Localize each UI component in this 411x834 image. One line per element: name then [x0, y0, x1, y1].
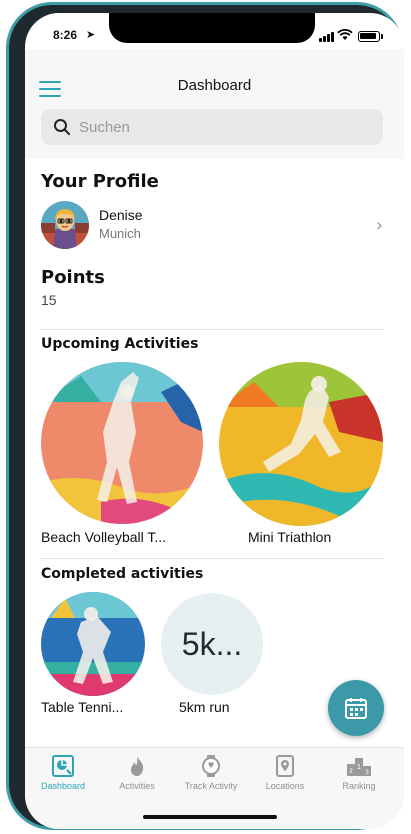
profile-city: Munich — [99, 226, 141, 241]
svg-text:3: 3 — [365, 769, 369, 776]
calendar-icon — [345, 698, 367, 719]
divider — [41, 329, 383, 330]
tab-label: Locations — [265, 781, 305, 791]
tab-label: Track Activity — [184, 781, 238, 791]
triathlon-image — [219, 362, 383, 526]
watch-icon — [202, 755, 220, 777]
activity-card-5km-run[interactable]: 5k... — [161, 593, 263, 695]
activity-label: Table Tenni... — [41, 699, 124, 715]
location-icon — [276, 755, 294, 777]
svg-text:1: 1 — [357, 763, 361, 771]
status-bar: 8:26 ➤ — [25, 13, 404, 49]
calendar-fab-button[interactable] — [328, 680, 384, 736]
activity-label: Beach Volleyball T... — [41, 529, 167, 545]
upcoming-activities-title: Upcoming Activities — [41, 336, 199, 352]
chevron-right-icon: › — [375, 215, 383, 236]
ranking-icon: 1 2 3 — [347, 758, 371, 776]
completed-activities-title: Completed activities — [41, 566, 204, 582]
status-time: 8:26 — [53, 28, 78, 42]
search-input[interactable] — [79, 109, 369, 145]
tab-locations[interactable]: Locations — [248, 754, 322, 791]
avatar — [41, 201, 89, 249]
search-icon — [54, 119, 70, 135]
tab-activities[interactable]: Activities — [100, 754, 174, 791]
tab-track-activity[interactable]: Track Activity — [174, 754, 248, 791]
profile-section-title: Your Profile — [41, 171, 159, 192]
activity-label: 5km run — [179, 699, 230, 715]
dashboard-icon — [52, 755, 74, 777]
page-title: Dashboard — [177, 77, 252, 94]
battery-icon — [358, 31, 380, 42]
notch — [109, 13, 315, 43]
profile-name: Denise — [99, 207, 143, 223]
activity-card-mini-triathlon[interactable] — [219, 362, 383, 526]
location-arrow-icon: ➤ — [86, 28, 96, 41]
search-bar[interactable] — [41, 109, 383, 145]
profile-row[interactable]: Denise Munich › — [41, 201, 383, 251]
signal-icon — [319, 32, 334, 42]
phone-frame: 8:26 ➤ Dashboard Suchen Your Profile Den… — [6, 2, 404, 830]
wifi-icon — [337, 29, 353, 40]
svg-text:2: 2 — [349, 768, 353, 775]
home-indicator — [143, 815, 277, 819]
flame-icon — [130, 756, 144, 776]
activity-card-table-tennis[interactable] — [41, 592, 145, 696]
activity-placeholder-text: 5k... — [181, 625, 243, 662]
tab-label: Dashboard — [40, 781, 86, 791]
points-title: Points — [41, 267, 105, 288]
app-header: Dashboard — [25, 49, 404, 159]
tab-ranking[interactable]: 1 2 3 Ranking — [322, 754, 396, 791]
tab-label: Activities — [119, 781, 155, 791]
divider — [41, 558, 383, 559]
activity-label: Mini Triathlon — [248, 529, 332, 545]
screen: 8:26 ➤ Dashboard Suchen Your Profile Den… — [25, 13, 404, 829]
activity-card-beach-volleyball[interactable] — [41, 362, 203, 524]
beach-volleyball-image — [41, 362, 203, 524]
tab-dashboard[interactable]: Dashboard — [26, 754, 100, 791]
tab-label: Ranking — [342, 781, 376, 791]
points-value: 15 — [41, 292, 57, 308]
table-tennis-image — [41, 592, 145, 696]
